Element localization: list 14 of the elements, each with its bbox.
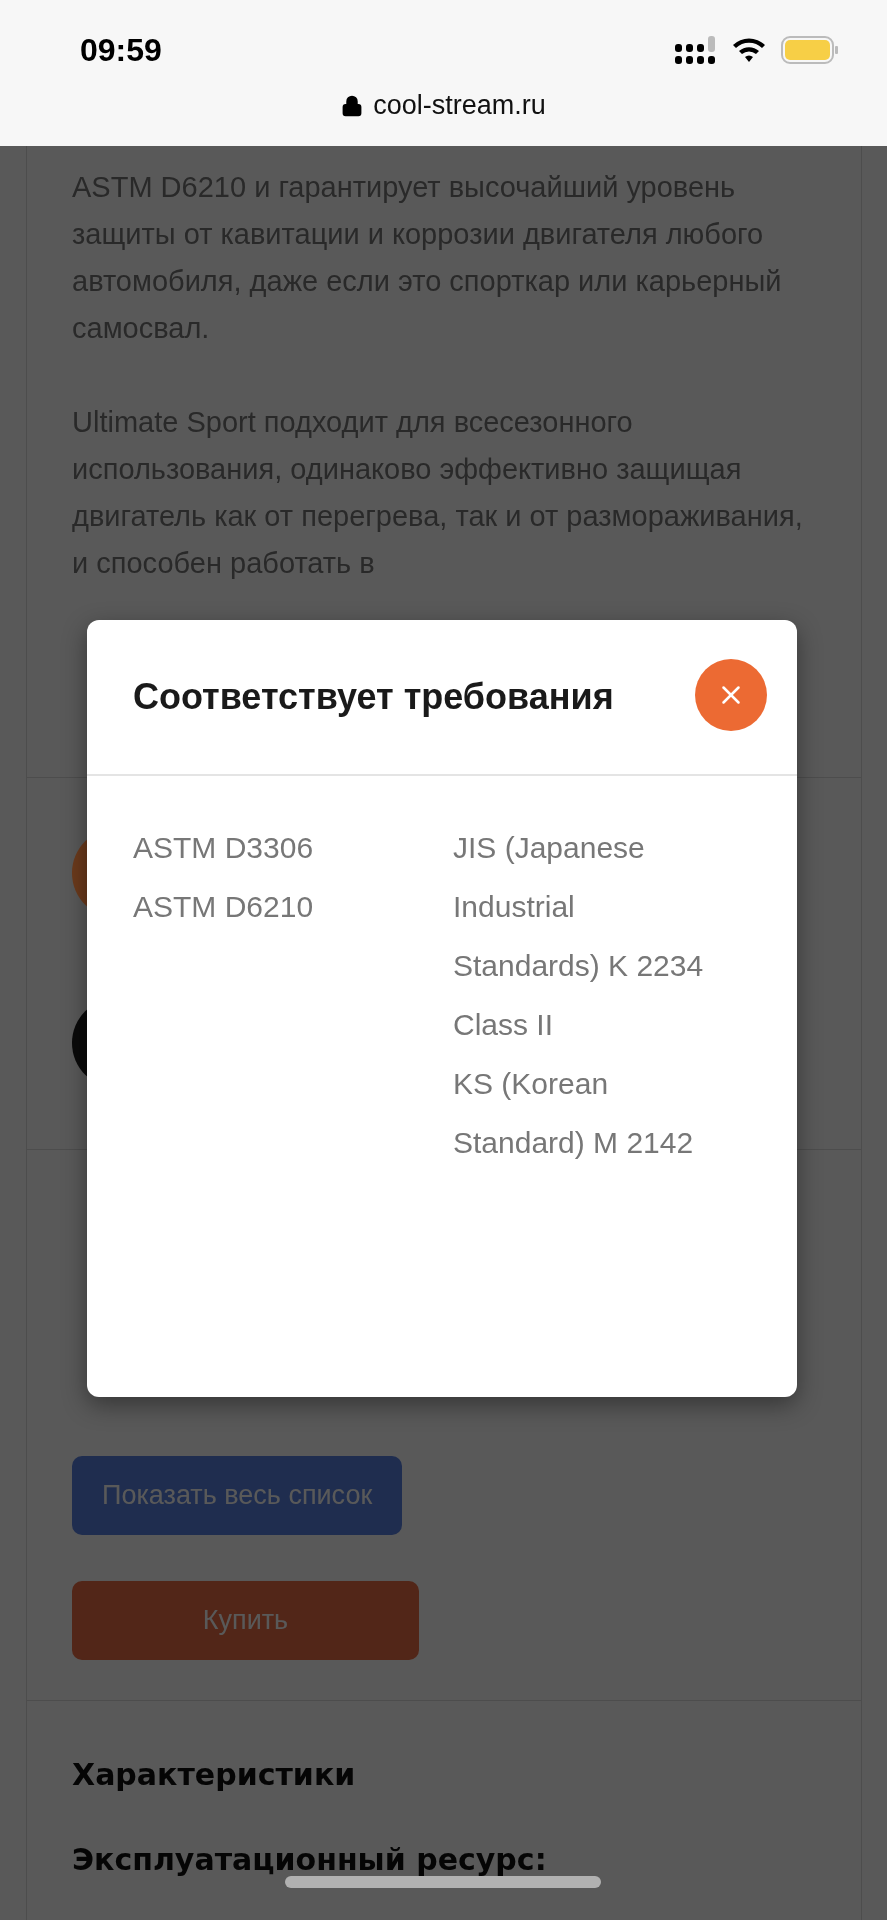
wifi-icon	[731, 36, 767, 64]
standard-item: ASTM D6210	[133, 889, 315, 925]
buy-button[interactable]: Купить	[72, 1581, 419, 1660]
dialog-title: Соответствует требования	[133, 676, 614, 718]
signal-icon	[675, 36, 717, 64]
status-time: 09:59	[80, 31, 162, 69]
standard-item: KS (Korean Standard) M 2142	[453, 1066, 695, 1161]
spec-label: Эксплуатационный ресурс:	[72, 1842, 548, 1877]
lock-icon	[341, 94, 364, 117]
section-heading: Характеристики	[72, 1757, 357, 1792]
standard-item: ASTM D3306	[133, 830, 315, 866]
standard-item: JIS (Japanese Industrial Standards) K 2234 Class II	[453, 830, 705, 1043]
battery-icon	[781, 36, 839, 64]
address-url[interactable]: cool-stream.ru	[373, 90, 546, 121]
